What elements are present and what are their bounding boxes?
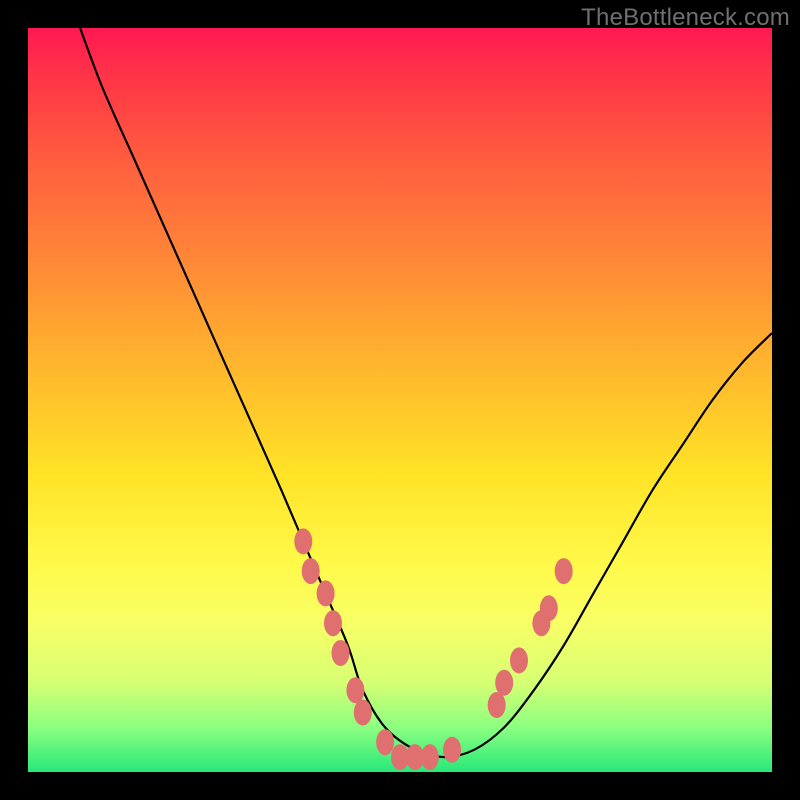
curve-marker — [324, 610, 342, 636]
chart-area — [28, 28, 772, 772]
bottleneck-curve-svg — [28, 28, 772, 772]
curve-marker — [376, 729, 394, 755]
curve-marker — [488, 692, 506, 718]
curve-markers-group — [294, 528, 572, 770]
bottleneck-curve-line — [80, 28, 772, 757]
curve-marker — [294, 528, 312, 554]
curve-marker — [317, 580, 335, 606]
curve-marker — [495, 670, 513, 696]
curve-marker — [510, 647, 528, 673]
curve-marker — [421, 744, 439, 770]
curve-marker — [443, 737, 461, 763]
curve-marker — [540, 595, 558, 621]
curve-marker — [302, 558, 320, 584]
curve-marker — [346, 677, 364, 703]
curve-marker — [555, 558, 573, 584]
curve-marker — [332, 640, 350, 666]
curve-marker — [354, 700, 372, 726]
watermark-text: TheBottleneck.com — [581, 4, 790, 32]
